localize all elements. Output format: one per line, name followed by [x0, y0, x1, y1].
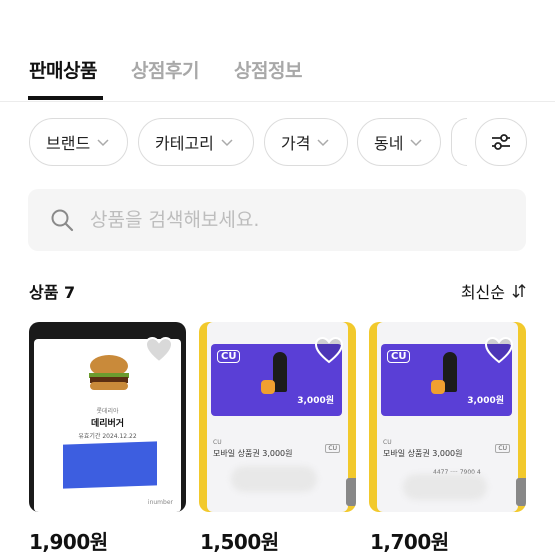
active-tab-indicator — [28, 96, 103, 100]
filter-neighborhood[interactable]: 동네 — [357, 118, 441, 166]
filter-brand[interactable]: 브랜드 — [29, 118, 128, 166]
sort-label: 최신순 — [460, 283, 505, 302]
chevron-down-icon — [97, 139, 109, 147]
heart-icon[interactable] — [314, 336, 344, 364]
heart-icon[interactable] — [144, 336, 174, 364]
filter-category[interactable]: 카테고리 — [138, 118, 254, 166]
search-icon — [51, 209, 74, 232]
cu-logo: CU — [387, 350, 411, 363]
chevron-down-icon — [410, 139, 422, 147]
card-title: 모바일 상품권 3,000원 — [213, 449, 293, 458]
card-amount: 3,000원 — [297, 396, 334, 406]
banner-character — [273, 352, 287, 392]
filter-price-label: 가격 — [281, 134, 311, 153]
chevron-down-icon — [317, 139, 329, 147]
card-tag: CU — [495, 444, 510, 453]
card-brand: CU — [213, 439, 222, 446]
sort-dropdown[interactable]: 최신순 — [461, 279, 527, 303]
product-card[interactable]: CU 3,000원 CU 모바일 상품권 3,000원 CU 4477 ····… — [369, 322, 526, 512]
heart-icon[interactable] — [484, 336, 514, 364]
tab-shop-info[interactable]: 상점정보 — [234, 56, 302, 83]
burger-image — [89, 355, 129, 390]
banner-bear — [431, 380, 445, 394]
card-title: 모바일 상품권 3,000원 — [383, 449, 463, 458]
filter-price[interactable]: 가격 — [264, 118, 348, 166]
banner-character — [443, 352, 457, 392]
sliders-icon — [492, 134, 510, 150]
product-thumbnail: 롯데리아 데리버거 유효기간 2024.12.22 inumber — [34, 339, 181, 512]
card-brand: 롯데리아 — [96, 408, 119, 415]
product-price: 1,500원 — [200, 530, 279, 554]
product-price: 1,700원 — [370, 530, 449, 554]
side-handle — [346, 478, 356, 506]
side-handle — [516, 478, 526, 506]
card-item: 데리버거 — [90, 419, 125, 429]
filter-settings-button[interactable] — [475, 118, 527, 166]
product-count: 상품 7 — [29, 283, 76, 302]
tab-bar: 판매상품 상점후기 상점정보 — [0, 0, 555, 102]
chevron-down-icon — [221, 139, 233, 147]
filter-overflow-chip[interactable] — [451, 118, 467, 166]
card-brand: CU — [383, 439, 392, 446]
cu-logo: CU — [217, 350, 241, 363]
barcode-redaction — [63, 441, 157, 489]
product-card[interactable]: 롯데리아 데리버거 유효기간 2024.12.22 inumber — [29, 322, 186, 512]
search-input[interactable] — [88, 208, 492, 232]
filter-category-label: 카테고리 — [155, 134, 214, 153]
code-redaction — [403, 474, 487, 500]
filter-brand-label: 브랜드 — [46, 134, 91, 153]
product-card[interactable]: CU 3,000원 CU 모바일 상품권 3,000원 CU — [199, 322, 356, 512]
code-redaction — [231, 466, 317, 492]
banner-bear — [261, 380, 275, 394]
filter-neighborhood-label: 동네 — [374, 134, 404, 153]
product-price: 1,900원 — [29, 530, 108, 554]
card-footer-text: inumber — [147, 499, 173, 506]
search-bar[interactable] — [28, 189, 526, 251]
card-tag: CU — [325, 444, 340, 453]
card-amount: 3,000원 — [467, 396, 504, 406]
tab-products[interactable]: 판매상품 — [29, 56, 97, 83]
sort-icon — [512, 284, 526, 298]
tab-reviews[interactable]: 상점후기 — [131, 56, 199, 83]
card-validity: 유효기간 2024.12.22 — [78, 433, 137, 440]
